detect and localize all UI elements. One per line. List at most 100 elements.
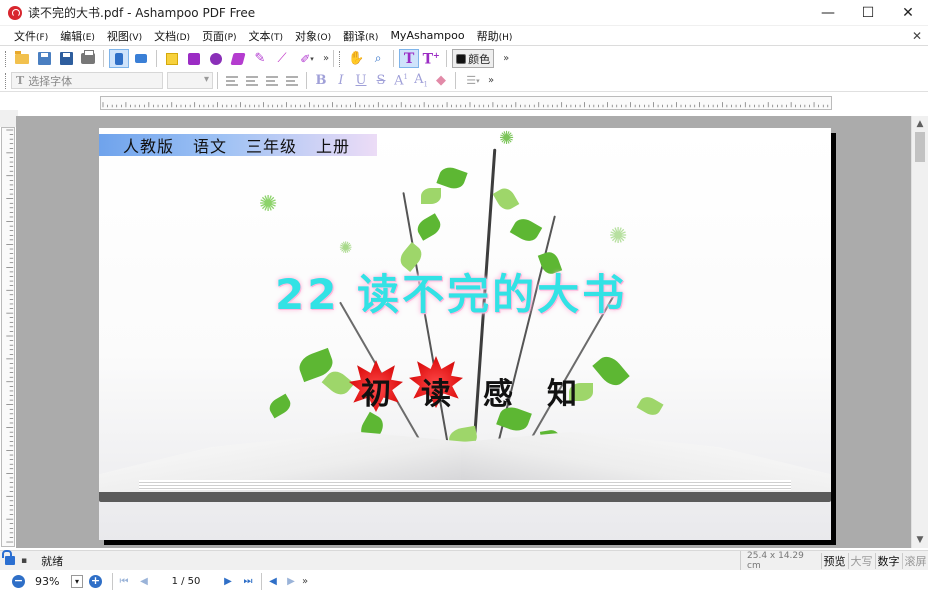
navigation-bar: − 93% ▾ + ⏮ ◀ 1 / 50 ▶ ⏭ ◀ ▶ »	[0, 570, 928, 593]
line-button[interactable]: ⟋	[272, 49, 292, 68]
printer-icon	[81, 50, 95, 64]
hand-tool-button[interactable]: ✋	[346, 49, 366, 68]
align-right-icon	[266, 75, 278, 86]
format-toolbar-grip[interactable]	[5, 72, 8, 89]
highlight-area-icon	[188, 52, 200, 65]
status-caps: 大写	[848, 552, 874, 569]
subtitle-char-3: 感	[483, 377, 513, 412]
lesson-title: 22 读不完的大书	[275, 270, 628, 319]
sparkle-icon: ✺	[259, 192, 278, 217]
line-spacing-dropdown[interactable]: ☰ ▾	[461, 72, 485, 90]
menu-document[interactable]: 文档(D)	[148, 28, 196, 44]
italic-button[interactable]: I	[332, 72, 350, 90]
scroll-thumb[interactable]	[915, 132, 925, 162]
previous-page-icon[interactable]: ◀	[137, 576, 151, 587]
scan-button[interactable]	[131, 49, 151, 68]
vertical-scrollbar[interactable]: ▲ ▼	[911, 116, 928, 548]
save-button[interactable]	[34, 49, 54, 68]
add-text-icon: T+	[422, 49, 440, 68]
print-button[interactable]	[78, 49, 98, 68]
font-icon: T	[16, 74, 25, 87]
edit-annotation-button[interactable]	[228, 49, 248, 68]
align-right-button[interactable]	[263, 72, 281, 90]
toolbar-grip-2[interactable]	[339, 50, 342, 67]
text-select-button[interactable]: T	[399, 49, 420, 68]
status-scroll: 滚屏	[902, 552, 928, 569]
open-button[interactable]	[12, 49, 32, 68]
page-indicator[interactable]: 1 / 50	[151, 576, 221, 587]
first-page-icon[interactable]: ⏮	[117, 576, 131, 587]
scroll-up-arrow[interactable]: ▲	[912, 116, 928, 132]
back-view-icon[interactable]: ◀	[266, 576, 280, 587]
maximize-button[interactable]: ☐	[848, 0, 888, 26]
menu-object[interactable]: 对象(O)	[289, 28, 337, 44]
menu-translate[interactable]: 翻译(R)	[337, 28, 384, 44]
zoom-tool-button[interactable]: ⌕	[368, 49, 388, 68]
menu-edit[interactable]: 编辑(E)	[54, 28, 101, 44]
unlock-icon[interactable]	[2, 550, 15, 565]
menu-bar: 文件(F) 编辑(E) 视图(V) 文档(D) 页面(P) 文本(T) 对象(O…	[0, 26, 928, 46]
zoom-in-button[interactable]: +	[89, 575, 102, 588]
menu-help[interactable]: 帮助(H)	[471, 28, 519, 44]
color-button[interactable]: 颜色	[452, 49, 495, 68]
toolbar-overflow-2[interactable]: »	[503, 53, 509, 64]
chevron-down-icon: ▾	[476, 76, 480, 85]
highlighter-icon: ✐	[300, 51, 311, 66]
add-text-button[interactable]: T+	[421, 49, 441, 68]
underline-button[interactable]: U	[352, 72, 370, 90]
superscript-button[interactable]: A1	[392, 72, 410, 90]
align-center-button[interactable]	[243, 72, 261, 90]
banner-grade: 三年级	[246, 137, 298, 156]
highlighter-dropdown[interactable]: ✐ ▾	[294, 49, 320, 68]
freehand-button[interactable]: ✎	[250, 49, 270, 68]
subscript-button[interactable]: A1	[412, 72, 430, 90]
eraser-icon: ◆	[436, 73, 446, 88]
freehand-icon: ✎	[254, 51, 266, 66]
pdf-page[interactable]: ✺ ✺ ✺ ✺ 人教版 语文 三年级 上册 22 读不完的大书 初 读 感 知	[99, 128, 831, 540]
info-button[interactable]	[109, 49, 129, 68]
note-button[interactable]	[162, 49, 182, 68]
document-close-icon[interactable]: ✕	[906, 29, 928, 43]
navigation-overflow[interactable]: »	[302, 576, 308, 587]
zoom-dropdown[interactable]: ▾	[71, 575, 83, 588]
window-controls: — ☐ ✕	[808, 0, 928, 26]
align-left-button[interactable]	[223, 72, 241, 90]
forward-view-icon[interactable]: ▶	[284, 576, 298, 587]
justify-button[interactable]	[283, 72, 301, 90]
minimize-button[interactable]: —	[808, 0, 848, 26]
stamp-button[interactable]	[206, 49, 226, 68]
bold-icon: B	[315, 73, 327, 88]
status-preview: 预览	[821, 552, 847, 569]
banner-term: 上册	[316, 137, 351, 156]
menu-page[interactable]: 页面(P)	[196, 28, 242, 44]
menu-file[interactable]: 文件(F)	[8, 28, 54, 44]
zoom-level[interactable]: 93%	[35, 575, 71, 588]
scroll-down-arrow[interactable]: ▼	[912, 532, 928, 548]
strikethrough-button[interactable]: S	[372, 72, 390, 90]
sparkle-icon: ✺	[499, 128, 515, 149]
close-button[interactable]: ✕	[888, 0, 928, 26]
bold-button[interactable]: B	[312, 72, 330, 90]
save-as-button[interactable]	[56, 49, 76, 68]
highlight-area-button[interactable]	[184, 49, 204, 68]
horizontal-ruler	[100, 96, 832, 110]
zoom-out-button[interactable]: −	[12, 575, 25, 588]
window-title: 读不完的大书.pdf - Ashampoo PDF Free	[28, 6, 256, 20]
last-page-icon[interactable]: ⏭	[241, 576, 255, 587]
font-size-select[interactable]	[167, 72, 213, 89]
magnifier-icon: ⌕	[374, 51, 382, 65]
subtitle-char-1: 初	[361, 377, 391, 412]
lock-dropdown-icon[interactable]: ▪	[21, 556, 27, 566]
status-bar: ▪ 就绪 25.4 x 14.29 cm 预览 大写 数字 滚屏	[0, 550, 928, 571]
font-select[interactable]: T 选择字体	[11, 72, 163, 89]
folder-icon	[15, 50, 29, 64]
menu-text[interactable]: 文本(T)	[243, 28, 290, 44]
menu-view[interactable]: 视图(V)	[101, 28, 148, 44]
clear-format-button[interactable]: ◆	[432, 72, 450, 90]
vertical-ruler	[1, 127, 15, 547]
format-toolbar-overflow[interactable]: »	[488, 75, 494, 86]
toolbar-grip[interactable]	[5, 50, 8, 67]
toolbar-overflow[interactable]: »	[323, 53, 329, 64]
next-page-icon[interactable]: ▶	[221, 576, 235, 587]
menu-myashampoo[interactable]: MyAshampoo	[384, 29, 470, 42]
